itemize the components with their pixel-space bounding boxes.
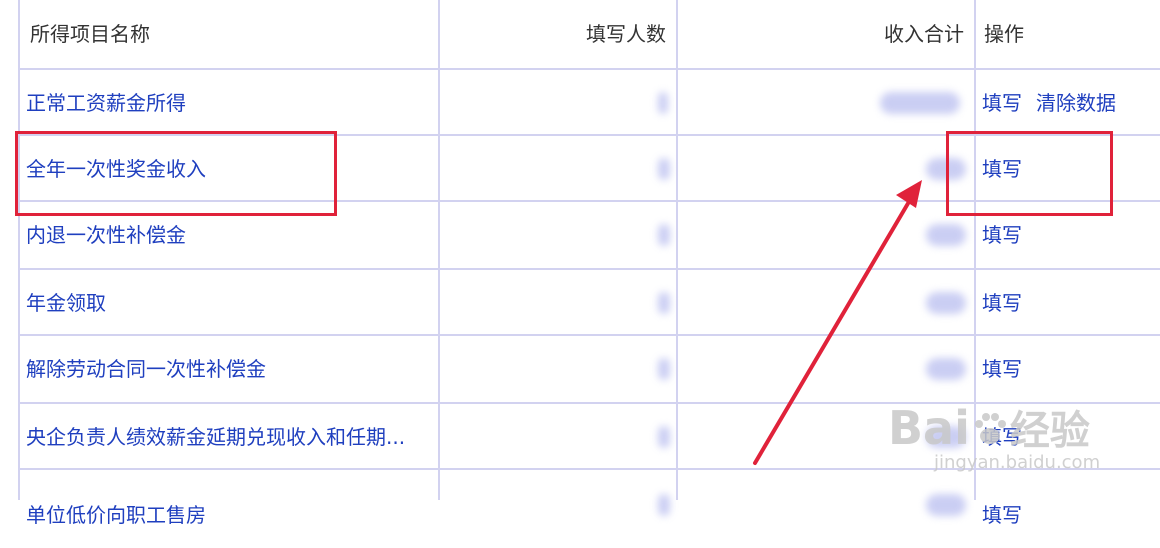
watermark-brand: Bai 经验 — [888, 401, 1090, 455]
arrow-shaft — [753, 198, 912, 465]
watermark-url: jingyan.baidu.com — [934, 452, 1101, 473]
fill-link[interactable]: 填写 — [982, 503, 1022, 527]
paw-icon — [970, 405, 1010, 445]
